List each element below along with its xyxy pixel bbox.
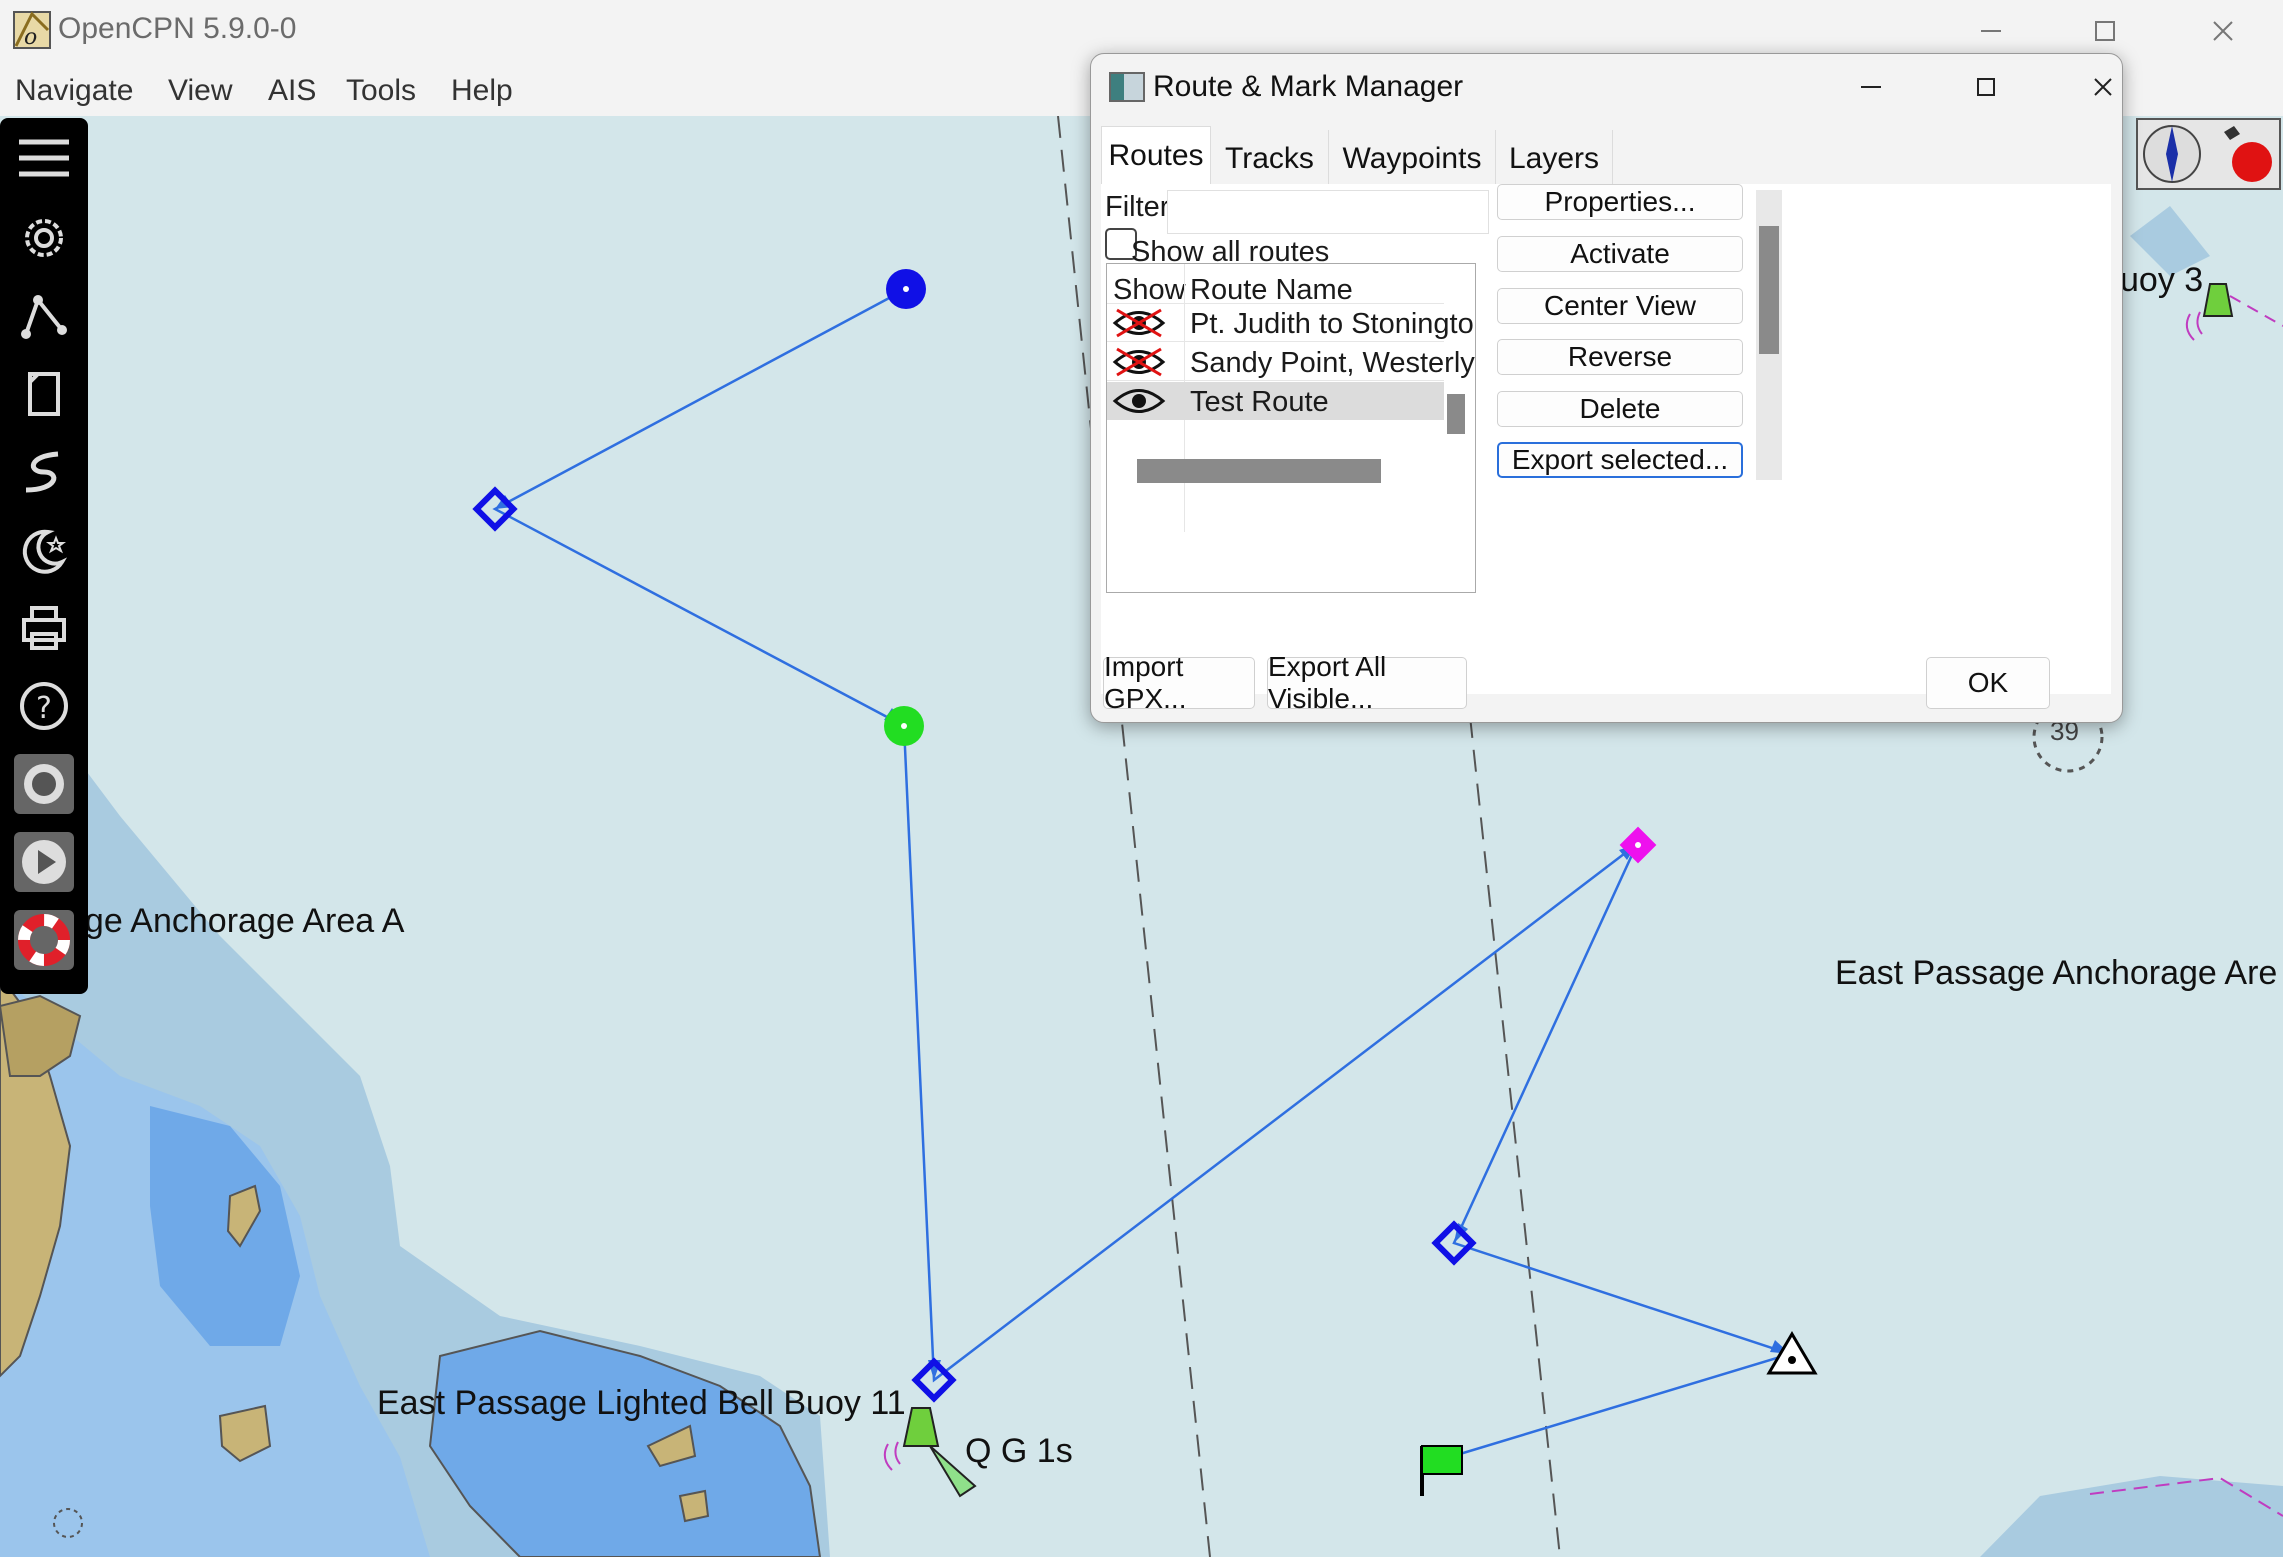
waypoint-triangle[interactable]	[1766, 1331, 1818, 1375]
routes-list[interactable]: Show Route Name Pt. Judith to Stonington…	[1106, 263, 1476, 593]
filter-input[interactable]	[1167, 190, 1489, 234]
panel-scrollbar-thumb[interactable]	[1759, 226, 1779, 354]
route-mark-manager-dialog: Route & Mark Manager Routes Tracks Waypo…	[1090, 53, 2123, 723]
channel-line-east	[1469, 715, 1561, 1557]
print-icon[interactable]	[14, 598, 74, 658]
record-icon[interactable]	[14, 754, 74, 814]
routes-panel: Filter Show all routes Show Route Name P…	[1101, 184, 2111, 694]
svg-text:o: o	[24, 25, 37, 50]
hidden-eye-icon[interactable]	[1111, 306, 1167, 345]
filter-label: Filter	[1105, 191, 1170, 223]
tab-waypoints[interactable]: Waypoints	[1329, 130, 1496, 188]
islet-4	[678, 1489, 710, 1523]
center-view-button[interactable]: Center View	[1497, 288, 1743, 324]
tab-tracks[interactable]: Tracks	[1211, 130, 1329, 188]
anchorage-label-west: age Anchorage Area A	[66, 902, 405, 940]
green-buoy-3-icon[interactable]	[2202, 283, 2234, 317]
fog-signal-icon	[883, 1441, 901, 1471]
route-name: Test Route	[1190, 386, 1329, 418]
menu-ais[interactable]: AIS	[268, 74, 316, 108]
anchorage-label-east: East Passage Anchorage Are	[1835, 954, 2278, 992]
menu-navigate[interactable]: Navigate	[15, 74, 133, 108]
dialog-close-button[interactable]	[2063, 62, 2122, 112]
left-toolbar: ?	[0, 118, 88, 994]
settings-gear-icon[interactable]	[14, 208, 74, 268]
dialog-title: Route & Mark Manager	[1153, 70, 1464, 103]
svg-text:?: ?	[36, 691, 52, 726]
mob-lifebuoy-icon[interactable]	[14, 910, 74, 970]
panel-scrollbar-track[interactable]	[1756, 190, 1782, 480]
light-characteristic-label: Q G 1s	[965, 1432, 1073, 1470]
menu-view[interactable]: View	[168, 74, 232, 108]
activate-button[interactable]: Activate	[1497, 236, 1743, 272]
route-row[interactable]: Pt. Judith to Stonington Aug	[1107, 304, 1475, 345]
minimize-button[interactable]	[1936, 6, 2046, 56]
list-horizontal-scrollbar[interactable]	[1137, 459, 1381, 483]
route-name: Pt. Judith to Stonington Aug	[1190, 308, 1475, 340]
track-icon[interactable]	[14, 442, 74, 502]
restricted-boundary-north	[2229, 295, 2283, 327]
compass-gps-widget[interactable]	[2136, 118, 2281, 190]
satellite-icon	[2224, 126, 2240, 140]
route-manager-icon[interactable]	[14, 364, 74, 424]
shoal-area	[428, 1329, 822, 1557]
fog-signal-icon	[2185, 311, 2203, 341]
tab-layers[interactable]: Layers	[1496, 130, 1613, 188]
night-mode-icon[interactable]	[14, 520, 74, 580]
waypoint-dot	[901, 723, 907, 729]
opencpn-app-icon: o	[12, 10, 52, 50]
gps-status-icon	[2232, 142, 2272, 182]
flag-icon[interactable]	[1421, 1445, 1463, 1475]
visible-eye-icon[interactable]	[1111, 384, 1167, 423]
route-row[interactable]: Sandy Point, Westerly RI	[1107, 343, 1475, 384]
maximize-button[interactable]	[2050, 6, 2160, 56]
route-name: Sandy Point, Westerly RI	[1190, 347, 1475, 379]
window-title: OpenCPN 5.9.0-0	[58, 12, 297, 45]
empty-row	[1107, 421, 1444, 459]
route-row-selected[interactable]: Test Route	[1107, 382, 1444, 420]
route-icon[interactable]	[14, 286, 74, 346]
dialog-minimize-button[interactable]	[1831, 62, 1911, 112]
export-selected-button[interactable]: Export selected...	[1497, 442, 1743, 478]
waypoint-dot	[1788, 1356, 1796, 1364]
waypoint-dot	[903, 286, 909, 292]
menu-help[interactable]: Help	[451, 74, 513, 108]
help-icon[interactable]: ?	[14, 676, 74, 736]
shallow-east	[1980, 1476, 2283, 1557]
properties-button[interactable]: Properties...	[1497, 184, 1743, 220]
export-all-visible-button[interactable]: Export All Visible...	[1267, 651, 1467, 714]
list-vertical-scrollbar[interactable]	[1447, 394, 1465, 434]
close-button[interactable]	[2168, 6, 2278, 56]
waypoint-dot	[1635, 842, 1641, 848]
dialog-app-icon	[1109, 72, 1145, 102]
menu-icon[interactable]	[14, 128, 74, 188]
play-icon[interactable]	[14, 832, 74, 892]
reverse-button[interactable]: Reverse	[1497, 339, 1743, 375]
delete-button[interactable]: Delete	[1497, 391, 1743, 427]
menu-tools[interactable]: Tools	[346, 74, 416, 108]
buoy-11-label: East Passage Lighted Bell Buoy 11	[377, 1384, 906, 1422]
green-buoy-icon[interactable]	[902, 1407, 940, 1447]
tab-routes[interactable]: Routes	[1101, 126, 1211, 188]
hidden-eye-icon[interactable]	[1111, 345, 1167, 384]
buoy-3-label: uoy 3	[2120, 261, 2204, 299]
dialog-maximize-button[interactable]	[1946, 62, 2026, 112]
import-gpx-button[interactable]: Import GPX...	[1103, 651, 1255, 714]
ok-button[interactable]: OK	[1926, 657, 2050, 709]
